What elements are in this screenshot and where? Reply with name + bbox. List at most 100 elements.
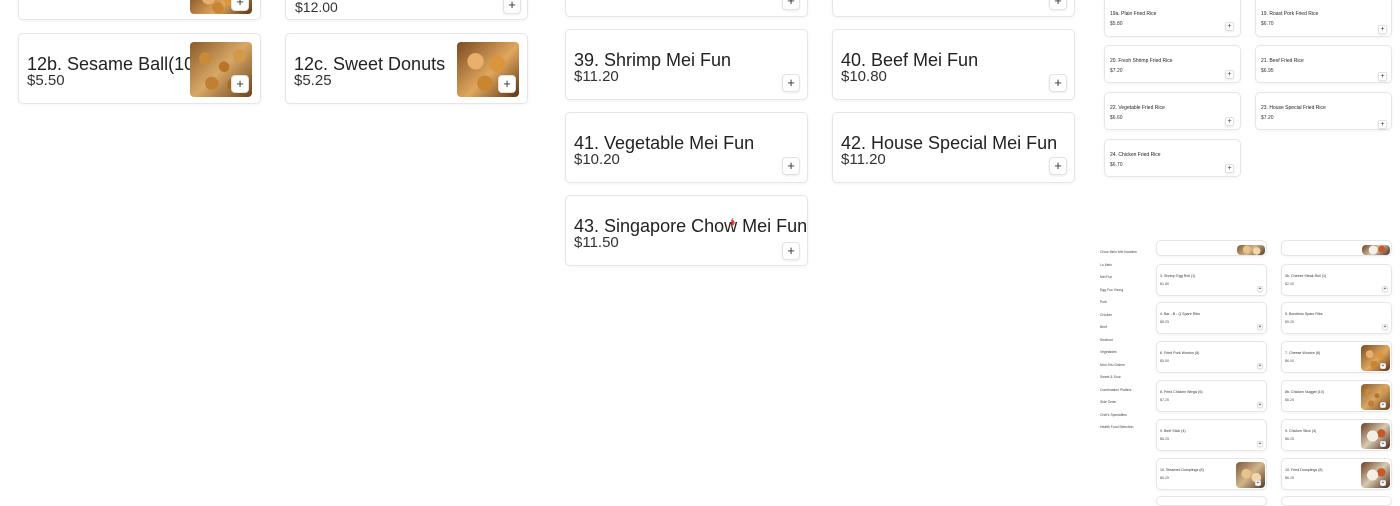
add-to-cart-button[interactable]: +	[1257, 324, 1263, 330]
add-to-cart-button[interactable]: +	[1380, 402, 1386, 408]
add-to-cart-button[interactable]: +	[1049, 157, 1067, 175]
add-to-cart-button[interactable]: +	[1225, 22, 1234, 31]
item-price: $12.00	[295, 0, 338, 15]
nav-item[interactable]: Chow Mein Mei Noodles	[1100, 250, 1137, 254]
item-price: $11.20	[574, 68, 619, 85]
nav-item[interactable]: Egg Foo Young	[1100, 288, 1123, 292]
add-to-cart-button[interactable]: +	[1257, 363, 1263, 369]
add-to-cart-button[interactable]: +	[503, 0, 521, 14]
item-price: $5.80	[1110, 21, 1123, 27]
nav-item[interactable]: Side Order	[1100, 400, 1116, 404]
add-to-cart-button[interactable]: +	[1225, 117, 1234, 126]
add-to-cart-button[interactable]: +	[1257, 286, 1263, 292]
nav-item[interactable]: Lo Mein	[1100, 263, 1112, 267]
add-to-cart-button[interactable]: +	[782, 74, 800, 92]
mini-item-card-partial[interactable]	[1281, 240, 1392, 256]
add-to-cart-button[interactable]: +	[1380, 480, 1386, 486]
menu-item-card-partial[interactable]: $12.00 +	[285, 0, 528, 20]
menu-item-card[interactable]: 12b. Sesame Ball(10) $5.50 +	[18, 33, 261, 104]
add-to-cart-button[interactable]: +	[1049, 0, 1067, 10]
mini-item-card[interactable]: 4. Bar - B - Q Spare Ribs $8.25 +	[1156, 302, 1267, 334]
nav-item[interactable]: Chef's Specialties	[1100, 413, 1127, 417]
add-to-cart-button[interactable]: +	[1378, 72, 1387, 81]
add-to-cart-button[interactable]: +	[231, 75, 249, 93]
add-to-cart-button[interactable]: +	[1378, 120, 1387, 129]
mini-item-card[interactable]: 3. Shrimp Egg Roll (1) $1.80 +	[1156, 264, 1267, 296]
item-name: 22. Vegetable Fried Rice	[1110, 105, 1165, 111]
item-price: $6.25	[1285, 437, 1294, 441]
add-to-cart-button[interactable]: +	[1380, 441, 1386, 447]
add-to-cart-button[interactable]: +	[1225, 70, 1234, 79]
add-to-cart-button[interactable]: +	[231, 0, 249, 11]
item-price: $10.20	[574, 151, 620, 168]
nav-item[interactable]: Beef	[1100, 325, 1107, 329]
mini-item-card[interactable]: 10. Fried Dumplings (8) $6.25 +	[1281, 458, 1392, 490]
add-to-cart-button[interactable]: +	[1380, 363, 1386, 369]
item-name: 23. House Special Fried Rice	[1261, 105, 1326, 111]
nav-item[interactable]: Sweet & Sour	[1100, 375, 1121, 379]
menu-item-card[interactable]: 12c. Sweet Donuts $5.25 +	[285, 33, 528, 104]
nav-item[interactable]: Mei Fun	[1100, 275, 1112, 279]
menu-item-card[interactable]: 23. House Special Fried Rice $7.20 +	[1255, 92, 1392, 130]
add-to-cart-button[interactable]: +	[1225, 164, 1234, 173]
item-price: $6.25	[1160, 476, 1169, 480]
mini-item-card[interactable]: 7. Cheese Wonton (8) $6.00 +	[1281, 341, 1392, 373]
mini-item-card-partial[interactable]	[1281, 496, 1392, 506]
menu-item-card[interactable]: 19. Roast Pork Fried Rice $6.70 +	[1255, 0, 1392, 37]
menu-item-card-partial[interactable]: +	[18, 0, 261, 20]
menu-item-card[interactable]: 24. Chicken Fried Rice $6.70 +	[1104, 139, 1241, 177]
nav-item[interactable]: Health Food Selection	[1100, 425, 1133, 429]
nav-item[interactable]: Seafood	[1100, 338, 1113, 342]
nav-item[interactable]: Vegetables	[1100, 350, 1117, 354]
mini-item-card[interactable]: 9. Chicken Stick (4) $6.25 +	[1281, 419, 1392, 451]
menu-item-card[interactable]: 39. Shrimp Mei Fun $11.20 +	[565, 29, 808, 100]
item-price: $6.25	[1160, 437, 1169, 441]
item-name: 19a. Plain Fried Rice	[1110, 11, 1157, 17]
item-price: $6.25	[1285, 398, 1294, 402]
nav-item[interactable]: Pork	[1100, 300, 1107, 304]
nav-item[interactable]: Combination Platters	[1100, 388, 1131, 392]
add-to-cart-button[interactable]: +	[1378, 25, 1387, 34]
item-name: 7. Cheese Wonton (8)	[1285, 351, 1321, 355]
menu-item-card[interactable]: 42. House Special Mei Fun $11.20 +	[832, 112, 1075, 183]
menu-item-card[interactable]: 20. Fresh Shrimp Fried Rice $7.20 +	[1104, 45, 1241, 83]
item-price: $8.25	[1160, 320, 1169, 324]
add-to-cart-button[interactable]: +	[782, 0, 800, 10]
add-to-cart-button[interactable]: +	[1382, 324, 1388, 330]
mini-item-card[interactable]: 5. Boneless Spare Ribs $9.25 +	[1281, 302, 1392, 334]
item-price: $7.25	[1160, 398, 1169, 402]
add-to-cart-button[interactable]: +	[1049, 74, 1067, 92]
menu-item-card[interactable]: 41. Vegetable Mei Fun $10.20 +	[565, 112, 808, 183]
add-to-cart-button[interactable]: +	[1257, 402, 1263, 408]
nav-item[interactable]: Chicken	[1100, 313, 1112, 317]
item-price: $6.00	[1285, 359, 1294, 363]
item-name: 6. Fried Pork Wonton (8)	[1160, 351, 1200, 355]
add-to-cart-button[interactable]: +	[498, 75, 516, 93]
item-price: $6.25	[1285, 476, 1294, 480]
mini-item-card[interactable]: 9. Beef Stick (4) $6.25 +	[1156, 419, 1267, 451]
item-name: 9. Beef Stick (4)	[1160, 429, 1186, 433]
mini-item-card[interactable]: 8b. Chicken Nugget (10) $6.25 +	[1281, 380, 1392, 412]
item-price: $5.25	[294, 72, 332, 89]
add-to-cart-button[interactable]: +	[1255, 480, 1261, 486]
add-to-cart-button[interactable]: +	[782, 242, 800, 260]
menu-item-card-partial[interactable]: +	[832, 0, 1075, 17]
mini-item-card[interactable]: 8. Fried Chicken Wings (6) $7.25 +	[1156, 380, 1267, 412]
menu-item-card[interactable]: 21. Beef Fried Rice $6.95 +	[1255, 45, 1392, 83]
menu-item-card[interactable]: 40. Beef Mei Fun $10.80 +	[832, 29, 1075, 100]
add-to-cart-button[interactable]: +	[1257, 441, 1263, 447]
mini-item-card-partial[interactable]	[1156, 496, 1267, 506]
add-to-cart-button[interactable]: +	[782, 157, 800, 175]
add-to-cart-button[interactable]: +	[1382, 286, 1388, 292]
item-photo	[1237, 245, 1265, 255]
nav-item[interactable]: Moo Shu Dishes	[1100, 363, 1125, 367]
item-price: $10.80	[841, 68, 887, 85]
mini-item-card[interactable]: 10. Steamed Dumplings (8) $6.25 +	[1156, 458, 1267, 490]
menu-item-card[interactable]: 43. Singapore Chow Mei Fun $11.50 +	[565, 195, 808, 266]
menu-item-card[interactable]: 22. Vegetable Fried Rice $6.60 +	[1104, 92, 1241, 130]
menu-item-card[interactable]: 19a. Plain Fried Rice $5.80 +	[1104, 0, 1241, 37]
menu-item-card-partial[interactable]: +	[565, 0, 808, 17]
mini-item-card-partial[interactable]	[1156, 240, 1267, 256]
mini-item-card[interactable]: 6. Fried Pork Wonton (8) $5.50 +	[1156, 341, 1267, 373]
mini-item-card[interactable]: 3b. Cheese Steak Roll (1) $2.00 +	[1281, 264, 1392, 296]
